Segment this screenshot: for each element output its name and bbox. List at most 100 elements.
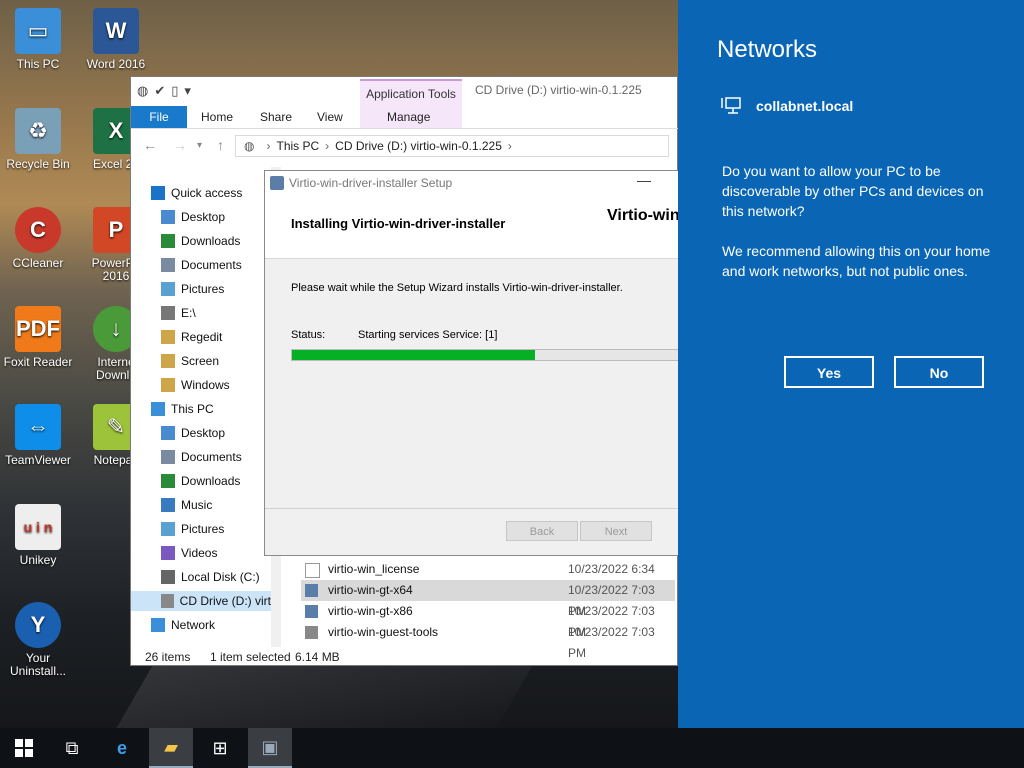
your-uninstaller-icon: Y (15, 602, 61, 648)
file-explorer-icon: ▰ (164, 736, 178, 757)
network-name: collabnet.local (756, 98, 854, 114)
no-button[interactable]: No (894, 356, 984, 388)
nav-item-label: Regedit (181, 330, 223, 344)
setup-titlebar[interactable]: Virtio-win-driver-installer Setup — (265, 171, 703, 196)
next-button[interactable]: Next (580, 521, 652, 541)
drive-icon (161, 306, 175, 320)
tab-view[interactable]: View (307, 106, 353, 128)
back-arrow-icon[interactable]: ← (143, 137, 157, 153)
table-row[interactable]: virtio-win-gt-x86 10/23/2022 7:03 PM (301, 601, 675, 639)
tab-file[interactable]: File (131, 106, 187, 128)
task-view-icon: ⧉ (65, 737, 79, 758)
nav-item-label: CD Drive (D:) virt (179, 594, 271, 608)
table-row[interactable]: virtio-win_license 10/23/2022 6:34 PM (301, 559, 675, 597)
desktop-icon-teamviewer[interactable]: ⇔ TeamViewer (0, 404, 76, 467)
internet-explorer-button[interactable]: e (100, 728, 144, 768)
discoverable-recommendation: We recommend allowing this on your home … (722, 243, 991, 279)
desktop-icon-recycle-bin[interactable]: ♻ Recycle Bin (0, 108, 76, 171)
nav-item[interactable]: CD Drive (D:) virt (131, 591, 271, 611)
tab-home[interactable]: Home (191, 106, 243, 128)
tab-manage[interactable]: Manage (377, 106, 440, 128)
networks-flyout: Networks collabnet.local Do you want to … (678, 0, 1024, 768)
nav-item-label: Windows (181, 378, 230, 392)
store-button[interactable]: ⊞ (198, 728, 242, 768)
setup-header: Installing Virtio-win-driver-installer V… (265, 196, 703, 259)
drive-icon: ◍ (244, 139, 255, 153)
desktop-icon-word[interactable]: W Word 2016 (78, 8, 154, 71)
file-explorer-button[interactable]: ▰ (149, 728, 193, 768)
breadcrumb-cd-drive[interactable]: CD Drive (D:) virtio-win-0.1.225 (335, 139, 502, 153)
nav-item[interactable]: Downloads (131, 471, 271, 491)
nav-item[interactable]: Pictures (131, 279, 271, 299)
yes-button[interactable]: Yes (784, 356, 874, 388)
back-button[interactable]: Back (506, 521, 578, 541)
recycle-bin-icon: ♻ (15, 108, 61, 154)
nav-item[interactable]: Local Disk (C:) (131, 567, 271, 587)
nav-item[interactable]: Pictures (131, 519, 271, 539)
nav-item-label: Network (171, 618, 216, 632)
folder-icon (161, 378, 175, 392)
folder-icon (161, 354, 175, 368)
nav-item[interactable]: Regedit (131, 327, 271, 347)
desktop-icon-your-uninstaller[interactable]: Y Your Uninstall... (0, 602, 76, 678)
table-row[interactable]: virtio-win-guest-tools 10/23/2022 7:03 P… (301, 622, 675, 660)
divider (265, 508, 703, 509)
recent-locations-icon[interactable]: ▾ (197, 140, 202, 151)
breadcrumb-separator-icon: › (507, 139, 512, 153)
nav-item[interactable]: Network (131, 615, 271, 635)
nav-item[interactable]: E:\ (131, 303, 271, 323)
star-icon (151, 186, 165, 200)
nav-item[interactable]: Documents (131, 447, 271, 467)
drive-icon (161, 570, 175, 584)
nav-item-label: Desktop (181, 210, 226, 224)
music-icon (161, 498, 175, 512)
nav-item[interactable]: Windows (131, 375, 271, 395)
discoverable-question: Do you want to allow your PC to be disco… (722, 163, 984, 219)
nav-item[interactable]: Videos (131, 543, 271, 563)
item-count: 26 items (145, 650, 191, 664)
chevron-down-icon[interactable]: ▾ (184, 83, 191, 99)
nav-item-label: Local Disk (C:) (181, 570, 260, 584)
documents-icon (161, 450, 175, 464)
properties-icon[interactable]: ✔ (154, 83, 165, 99)
nav-item[interactable]: This PC (131, 399, 271, 419)
progress-bar-fill (292, 350, 535, 360)
nav-item-label: Documents (181, 258, 242, 272)
setup-taskbar-button[interactable]: ▣ (248, 728, 292, 768)
nav-item-label: Videos (181, 546, 218, 560)
ethernet-icon (721, 97, 741, 114)
selection-size: 6.14 MB (295, 650, 340, 664)
progress-bar (291, 349, 691, 361)
drive-icon: ◍ (137, 82, 149, 98)
nav-item[interactable]: Screen (131, 351, 271, 371)
minimize-icon[interactable]: — (637, 172, 651, 188)
nav-item[interactable]: Desktop (131, 207, 271, 227)
desktop-icon (161, 210, 175, 224)
nav-item[interactable]: Downloads (131, 231, 271, 251)
nav-item[interactable]: Desktop (131, 423, 271, 443)
desktop-icon-unikey[interactable]: u i n Unikey (0, 504, 76, 567)
installer-icon (270, 176, 284, 190)
setup-installer-icon: ▣ (261, 736, 279, 757)
desktop-icon-foxit-reader[interactable]: PDF Foxit Reader (0, 306, 76, 369)
nav-item-label: Desktop (181, 426, 226, 440)
nav-item[interactable]: Quick access (131, 183, 271, 203)
task-view-button[interactable]: ⧉ (50, 728, 94, 768)
breadcrumb-separator-icon: › (266, 139, 271, 153)
forward-arrow-icon[interactable]: → (173, 137, 187, 153)
nav-item-label: This PC (171, 402, 214, 416)
desktop-icon-this-pc[interactable]: ▭ This PC (0, 8, 76, 71)
table-row[interactable]: virtio-win-gt-x64 10/23/2022 7:03 PM (301, 580, 675, 618)
new-folder-icon[interactable]: ▯ (171, 83, 178, 99)
ribbon-tabs: File Home Share View Manage (131, 106, 679, 129)
nav-item[interactable]: Documents (131, 255, 271, 275)
up-arrow-icon[interactable]: ↑ (217, 137, 224, 153)
file-list: virtio-win_license 10/23/2022 6:34 PM vi… (301, 557, 677, 660)
breadcrumb-this-pc[interactable]: This PC (276, 139, 319, 153)
desktop-icon-ccleaner[interactable]: C CCleaner (0, 207, 76, 270)
tab-share[interactable]: Share (250, 106, 302, 128)
start-button[interactable] (2, 728, 46, 768)
foxit-reader-icon: PDF (15, 306, 61, 352)
nav-item[interactable]: Music (131, 495, 271, 515)
address-bar[interactable]: ◍ › This PC › CD Drive (D:) virtio-win-0… (235, 135, 669, 157)
